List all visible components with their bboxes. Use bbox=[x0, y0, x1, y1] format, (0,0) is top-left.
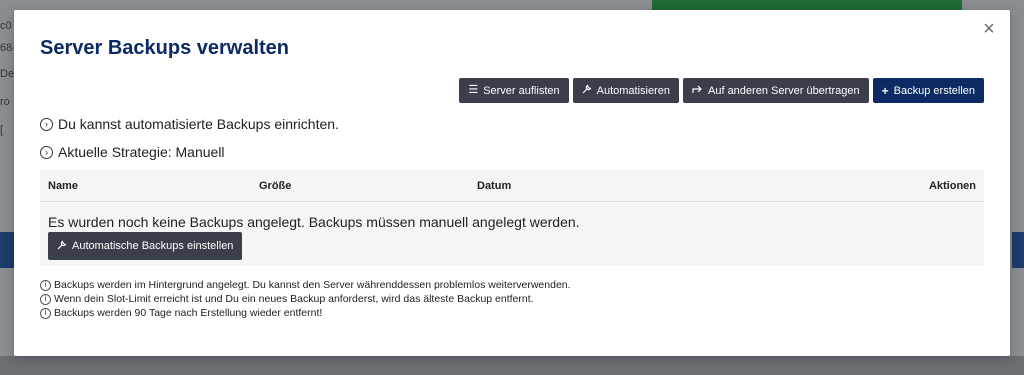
background-fragment: ro bbox=[0, 96, 10, 108]
info-line-automation: › Du kannst automatisierte Backups einri… bbox=[40, 116, 339, 132]
info-circle-icon: i bbox=[40, 293, 51, 305]
note-item: i Backups werden im Hintergrund angelegt… bbox=[40, 278, 571, 292]
toolbar: ☰ Server auflisten Automatisieren Auf an… bbox=[459, 78, 984, 103]
list-servers-button[interactable]: ☰ Server auflisten bbox=[459, 78, 569, 103]
note-text: Backups werden im Hintergrund angelegt. … bbox=[54, 279, 571, 291]
note-text: Backups werden 90 Tage nach Erstellung w… bbox=[54, 307, 323, 319]
automate-button[interactable]: Automatisieren bbox=[572, 78, 679, 103]
backups-table: Name Größe Datum Aktionen Es wurden noch… bbox=[40, 170, 984, 266]
background-band bbox=[1012, 232, 1024, 268]
background-fragment: 68- bbox=[0, 42, 14, 54]
list-icon: ☰ bbox=[468, 84, 479, 96]
note-text: Wenn dein Slot-Limit erreicht ist und Du… bbox=[54, 293, 534, 305]
backup-modal: × Server Backups verwalten ☰ Server aufl… bbox=[14, 10, 1010, 356]
note-item: i Backups werden 90 Tage nach Erstellung… bbox=[40, 306, 571, 320]
info-text: Aktuelle Strategie: Manuell bbox=[58, 144, 225, 160]
info-circle-icon: i bbox=[40, 307, 51, 319]
background-fragment: c0 bbox=[0, 20, 12, 32]
column-header-date: Datum bbox=[477, 180, 512, 192]
list-servers-label: Server auflisten bbox=[483, 84, 560, 97]
info-circle-icon: i bbox=[40, 279, 51, 291]
background-footer bbox=[0, 356, 1024, 375]
background-band bbox=[0, 232, 14, 268]
modal-title: Server Backups verwalten bbox=[40, 37, 290, 59]
column-header-size: Größe bbox=[259, 180, 292, 192]
column-header-actions: Aktionen bbox=[928, 180, 976, 192]
background-green-panel bbox=[652, 0, 962, 10]
wrench-icon bbox=[57, 240, 67, 253]
background-fragment: [ bbox=[0, 124, 4, 136]
note-item: i Wenn dein Slot-Limit erreicht ist und … bbox=[40, 292, 571, 306]
wrench-icon bbox=[582, 84, 592, 97]
chevron-circle-right-icon: › bbox=[40, 117, 53, 131]
share-icon bbox=[692, 84, 703, 97]
chevron-circle-right-icon: › bbox=[40, 145, 53, 159]
auto-backups-label: Automatische Backups einstellen bbox=[72, 240, 234, 252]
create-backup-button[interactable]: + Backup erstellen bbox=[872, 78, 984, 103]
automate-label: Automatisieren bbox=[596, 84, 670, 97]
column-header-name: Name bbox=[48, 180, 78, 192]
transfer-label: Auf anderen Server übertragen bbox=[708, 84, 860, 97]
empty-state-message: Es wurden noch keine Backups angelegt. B… bbox=[48, 214, 580, 230]
create-backup-label: Backup erstellen bbox=[893, 84, 975, 97]
notes-list: i Backups werden im Hintergrund angelegt… bbox=[40, 278, 571, 320]
transfer-button[interactable]: Auf anderen Server übertragen bbox=[683, 78, 869, 103]
plus-icon: + bbox=[881, 83, 889, 98]
background-fragment: De bbox=[0, 68, 14, 80]
close-icon[interactable]: × bbox=[980, 19, 998, 39]
table-header: Name Größe Datum Aktionen bbox=[40, 170, 984, 202]
info-line-strategy: › Aktuelle Strategie: Manuell bbox=[40, 144, 225, 160]
auto-backups-button[interactable]: Automatische Backups einstellen bbox=[48, 232, 243, 260]
info-text: Du kannst automatisierte Backups einrich… bbox=[58, 116, 339, 132]
